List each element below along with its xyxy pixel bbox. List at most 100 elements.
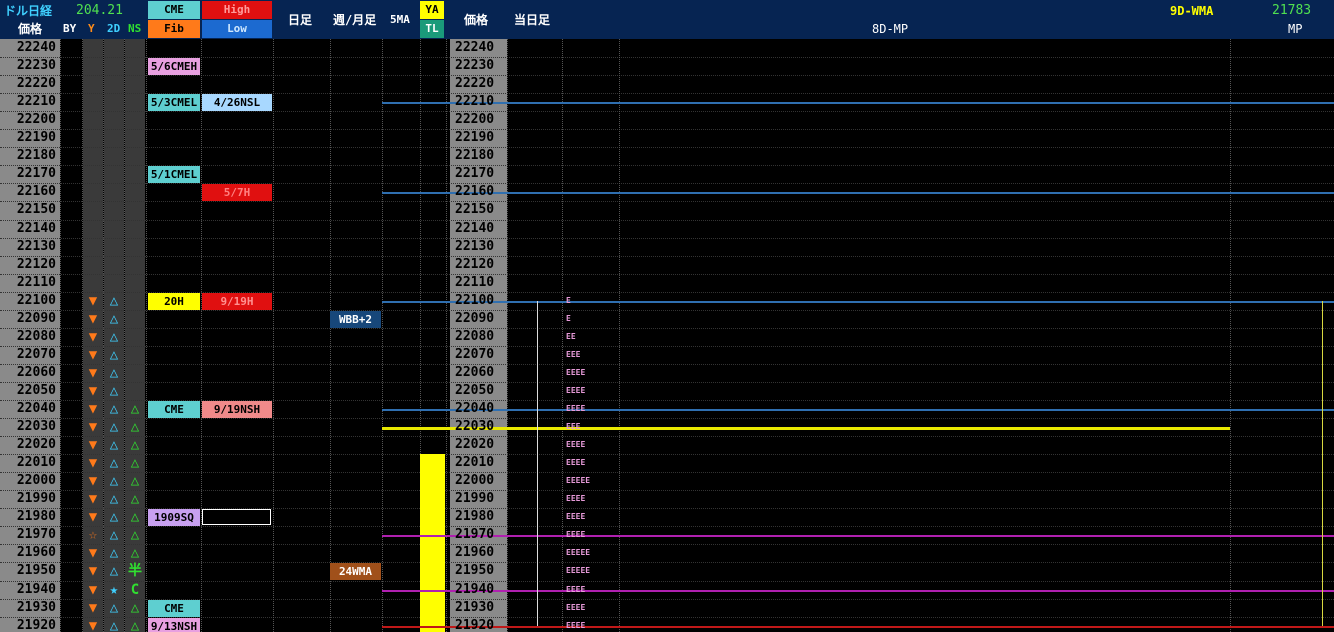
ns-header: NS: [128, 22, 142, 35]
down-triangle-icon: ▼: [88, 311, 98, 327]
price-cell-2: 21920: [455, 618, 495, 632]
mp8d-header: 8D-MP: [872, 22, 909, 36]
star-outline-icon: ☆: [88, 527, 98, 543]
level-label[interactable]: 1909SQ: [148, 509, 200, 526]
level-label[interactable]: CME: [148, 401, 200, 418]
price-cell-2: 22070: [455, 347, 495, 362]
up-triangle-icon: △: [130, 491, 140, 507]
level-label[interactable]: 20H: [148, 293, 200, 310]
level-label[interactable]: 9/19H: [202, 293, 272, 310]
up-triangle-icon: △: [130, 509, 140, 525]
up-triangle-icon: △: [130, 527, 140, 543]
tpo-letters: EEEE: [566, 458, 586, 467]
profile-marker-line: [537, 301, 538, 626]
down-triangle-icon: ▼: [88, 383, 98, 399]
down-triangle-icon: ▼: [88, 509, 98, 525]
down-triangle-icon: ▼: [88, 455, 98, 471]
down-triangle-icon: ▼: [88, 401, 98, 417]
selected-cell[interactable]: [202, 509, 271, 525]
reference-line: [382, 535, 1334, 537]
up-triangle-icon: △: [109, 365, 119, 381]
price-cell-2: 21950: [455, 563, 495, 578]
price-cell: 22070: [16, 347, 56, 362]
down-triangle-icon: ▼: [88, 618, 98, 632]
price-cell: 22020: [16, 437, 56, 452]
column-divider: [330, 39, 331, 632]
up-triangle-icon: △: [109, 509, 119, 525]
price-cell: 21920: [16, 618, 56, 632]
tpo-letters: EEEEE: [566, 548, 591, 557]
price-cell: 21930: [16, 600, 56, 615]
reference-line: [382, 102, 1334, 104]
tpo-letters: EEEE: [566, 603, 586, 612]
price-cell-2: 21940: [455, 582, 495, 597]
up-triangle-icon: △: [109, 347, 119, 363]
price-cell: 21960: [16, 545, 56, 560]
price-cell-2: 22230: [455, 58, 495, 73]
price-cell: 22200: [16, 112, 56, 127]
up-triangle-icon: △: [130, 419, 140, 435]
tl-header: TL: [420, 20, 444, 38]
price-cell: 22110: [16, 275, 56, 290]
reference-line: [382, 590, 1334, 592]
reference-line: [382, 427, 1230, 430]
level-label[interactable]: 9/19NSH: [202, 401, 272, 418]
up-triangle-icon: △: [130, 545, 140, 561]
column-divider: [446, 39, 447, 632]
tpo-letters: EEEE: [566, 368, 586, 377]
weekly-label[interactable]: WBB+2: [330, 311, 381, 328]
price-cell-2: 22140: [455, 221, 495, 236]
level-label[interactable]: 5/3CMEL: [148, 94, 200, 111]
price-cell: 22220: [16, 76, 56, 91]
column-divider: [273, 39, 274, 632]
twod-header: 2D: [107, 22, 121, 35]
up-triangle-icon: △: [109, 491, 119, 507]
up-triangle-icon: △: [109, 545, 119, 561]
up-triangle-icon: △: [130, 437, 140, 453]
instrument-label: ドル日経: [4, 4, 53, 18]
column-divider: [1230, 39, 1231, 632]
down-triangle-icon: ▼: [88, 563, 98, 579]
down-triangle-icon: ▼: [88, 293, 98, 309]
up-triangle-icon: △: [130, 618, 140, 632]
price-cell: 21950: [16, 563, 56, 578]
column-divider: [507, 39, 508, 632]
up-triangle-icon: △: [109, 437, 119, 453]
price-cell: 21940: [16, 582, 56, 597]
level-label[interactable]: 9/13NSH: [148, 618, 200, 632]
price-cell: 22100: [16, 293, 56, 308]
tpo-letters: E: [566, 296, 571, 305]
price-cell: 22040: [16, 401, 56, 416]
up-triangle-icon: △: [109, 563, 119, 579]
price-cell: 22210: [16, 94, 56, 109]
down-triangle-icon: ▼: [88, 419, 98, 435]
up-triangle-icon: △: [109, 383, 119, 399]
price-cell-2: 22130: [455, 239, 495, 254]
up-triangle-icon: △: [130, 401, 140, 417]
weekly-monthly-header: 週/月足: [333, 13, 377, 27]
level-label[interactable]: 4/26NSL: [202, 94, 272, 111]
level-label[interactable]: 5/7H: [202, 184, 272, 201]
price-cell: 21990: [16, 491, 56, 506]
price-cell-2: 22040: [455, 401, 495, 416]
level-label[interactable]: CME: [148, 600, 200, 617]
weekly-label[interactable]: 24WMA: [330, 563, 381, 580]
by-header: BY: [63, 22, 77, 35]
level-label[interactable]: 5/1CMEL: [148, 166, 200, 183]
up-triangle-icon: △: [130, 455, 140, 471]
tpo-letters: EEEE: [566, 621, 586, 630]
price-cell: 21980: [16, 509, 56, 524]
price-cell: 22160: [16, 184, 56, 199]
price-cell-2: 22150: [455, 202, 495, 217]
price-cell-2: 22080: [455, 329, 495, 344]
price-cell: 22180: [16, 148, 56, 163]
level-label[interactable]: 5/6CMEH: [148, 58, 200, 75]
reference-line: [382, 301, 1334, 303]
header-bar: ドル日経 204.21 価格 BY Y 2D NS CME Fib High L…: [0, 0, 1334, 39]
down-triangle-icon: ▼: [88, 329, 98, 345]
wma-value: 21783: [1272, 3, 1312, 18]
price-header: 価格: [18, 22, 43, 36]
down-triangle-icon: ▼: [88, 437, 98, 453]
column-divider: [562, 39, 563, 632]
reference-line: [382, 409, 1334, 411]
